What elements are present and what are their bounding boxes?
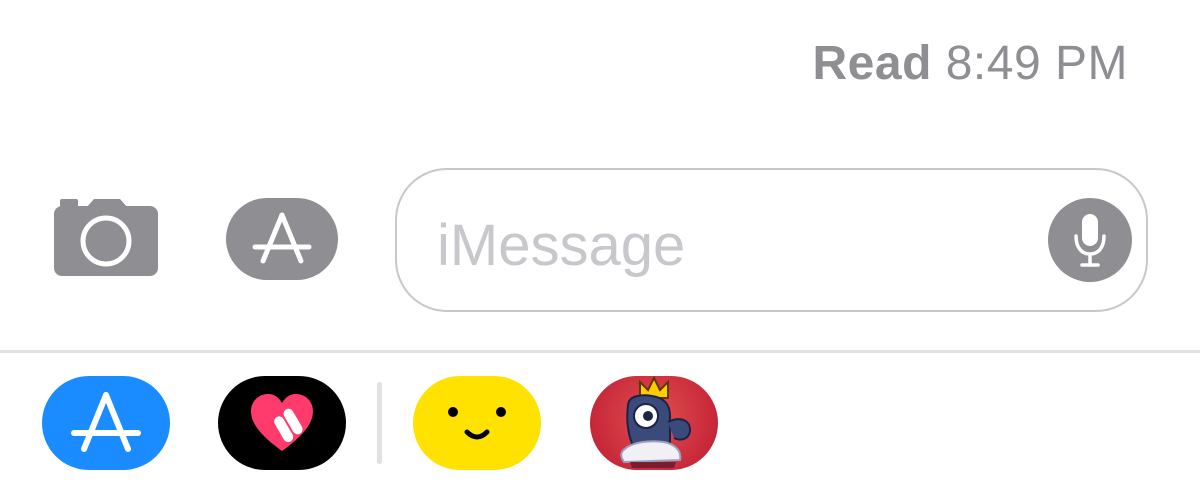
drawer-divider bbox=[0, 350, 1200, 353]
drawer-app-store[interactable] bbox=[42, 376, 170, 470]
drawer-digital-touch[interactable] bbox=[218, 376, 346, 470]
read-time: 8:49 PM bbox=[945, 37, 1128, 90]
message-placeholder: iMessage bbox=[437, 213, 686, 278]
camera-icon bbox=[54, 199, 158, 276]
camera-button[interactable] bbox=[52, 198, 160, 278]
king-sticker-icon bbox=[620, 376, 692, 468]
drawer-king-stickers[interactable] bbox=[590, 376, 718, 470]
app-store-icon bbox=[71, 392, 141, 452]
smiley-icon bbox=[448, 407, 506, 440]
message-input[interactable]: iMessage bbox=[395, 168, 1148, 312]
microphone-button[interactable] bbox=[1048, 198, 1132, 282]
app-store-icon bbox=[252, 212, 312, 264]
microphone-icon bbox=[1074, 214, 1106, 267]
drawer-separator bbox=[377, 382, 382, 464]
drawer-smiley-stickers[interactable] bbox=[413, 376, 541, 470]
heart-icon bbox=[251, 394, 313, 451]
apps-button[interactable] bbox=[226, 198, 338, 280]
read-label: Read bbox=[812, 37, 932, 90]
read-receipt: Read 8:49 PM bbox=[813, 36, 1128, 91]
